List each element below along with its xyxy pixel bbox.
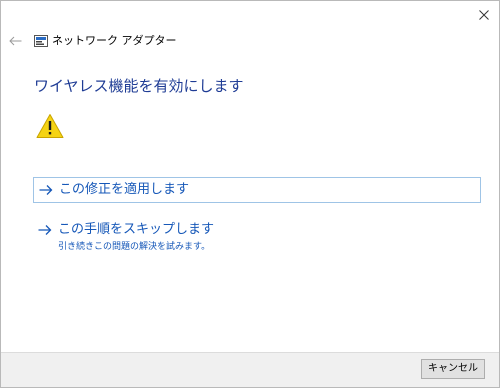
window-title: ネットワーク アダプター [52, 34, 177, 47]
back-button[interactable] [7, 33, 23, 49]
footer-bar: キャンセル [1, 352, 499, 387]
network-adapter-icon [34, 35, 48, 47]
apply-fix-label: この修正を適用します [59, 182, 190, 197]
warning-icon [36, 114, 64, 138]
skip-step-description: 引き続きこの問題の解決を試みます。 [58, 242, 211, 252]
page-heading: ワイヤレス機能を有効にします [34, 77, 244, 95]
close-button[interactable] [469, 1, 499, 29]
apply-fix-option[interactable]: この修正を適用します [33, 177, 481, 203]
close-icon [479, 10, 489, 20]
skip-step-option[interactable]: この手順をスキップします 引き続きこの問題の解決を試みます。 [33, 221, 481, 255]
skip-step-label: この手順をスキップします [58, 222, 215, 237]
cancel-button[interactable]: キャンセル [421, 359, 485, 379]
right-arrow-icon [38, 225, 52, 235]
right-arrow-icon [39, 185, 53, 195]
troubleshooter-window: ネットワーク アダプター ワイヤレス機能を有効にします この修正を適用します こ… [0, 0, 500, 388]
back-arrow-icon [8, 36, 21, 46]
